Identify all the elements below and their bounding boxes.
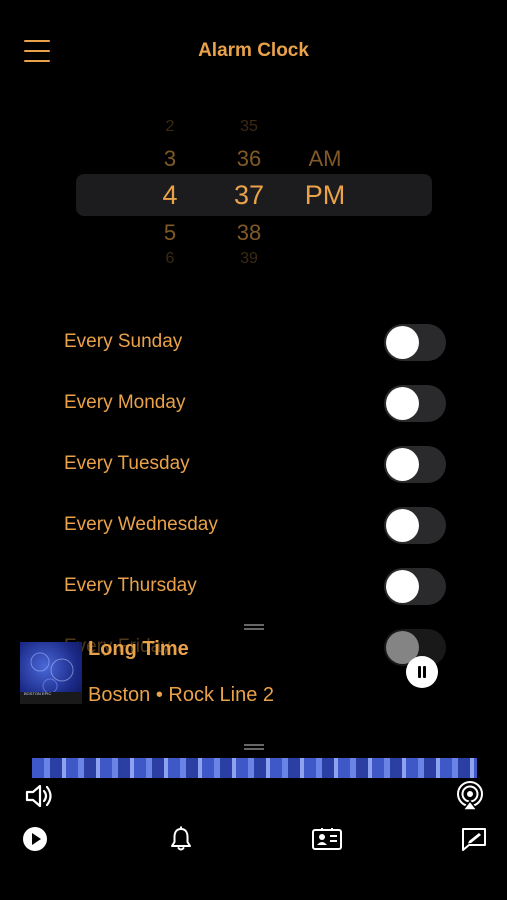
- minute-option[interactable]: 38: [224, 220, 274, 246]
- thursday-toggle[interactable]: [384, 568, 446, 605]
- minute-option[interactable]: 36: [224, 146, 274, 172]
- album-art-text: BOSTON EPIC: [24, 691, 52, 696]
- now-playing-bar[interactable]: BOSTON EPIC Long Time Boston • Rock Line…: [0, 630, 507, 720]
- artwork-strip: [32, 758, 477, 778]
- day-label: Every Monday: [64, 392, 186, 413]
- hour-option[interactable]: 2: [150, 118, 190, 136]
- wednesday-toggle[interactable]: [384, 507, 446, 544]
- day-label: Every Thursday: [64, 575, 197, 596]
- day-label: Every Sunday: [64, 331, 183, 352]
- track-subtitle: Boston • Rock Line 2: [88, 684, 274, 706]
- day-row-monday: Every Monday: [0, 373, 507, 434]
- hour-option[interactable]: 3: [150, 146, 190, 172]
- minute-selected[interactable]: 37: [220, 180, 278, 211]
- edit-icon: [462, 828, 486, 851]
- hour-option[interactable]: 6: [150, 250, 190, 268]
- album-art[interactable]: BOSTON EPIC: [20, 642, 82, 704]
- tuesday-toggle[interactable]: [384, 446, 446, 483]
- tab-contact[interactable]: [312, 827, 342, 851]
- sunday-toggle[interactable]: [384, 324, 446, 361]
- day-row-tuesday: Every Tuesday: [0, 434, 507, 495]
- toggle-knob: [386, 326, 419, 359]
- monday-toggle[interactable]: [384, 385, 446, 422]
- minute-option[interactable]: 35: [224, 118, 274, 136]
- tab-notes[interactable]: [460, 826, 488, 852]
- day-label: Every Tuesday: [64, 453, 190, 474]
- airplay-icon: [457, 781, 483, 811]
- volume-button[interactable]: [24, 782, 54, 810]
- period-selected[interactable]: PM: [298, 180, 352, 211]
- day-row-sunday: Every Sunday: [0, 312, 507, 373]
- toggle-knob: [386, 387, 419, 420]
- hour-option[interactable]: 5: [150, 220, 190, 246]
- minute-option[interactable]: 39: [224, 250, 274, 268]
- page-title: Alarm Clock: [198, 40, 309, 61]
- time-picker[interactable]: 2 3 4 5 6 35 36 37 38 39 AM PM: [0, 112, 507, 272]
- airplay-button[interactable]: [455, 780, 485, 812]
- player-drag-handle[interactable]: [244, 744, 264, 750]
- toggle-knob: [386, 448, 419, 481]
- play-icon: [23, 827, 47, 851]
- bell-icon: [171, 826, 191, 851]
- tab-alarm[interactable]: [170, 826, 192, 852]
- toggle-knob: [386, 509, 419, 542]
- day-label: Every Wednesday: [64, 514, 218, 535]
- contact-card-icon: [312, 828, 342, 850]
- track-title: Long Time: [88, 638, 189, 660]
- day-row-wednesday: Every Wednesday: [0, 495, 507, 556]
- hour-selected[interactable]: 4: [148, 180, 192, 211]
- tab-player[interactable]: [22, 826, 48, 852]
- speaker-icon: [25, 784, 52, 808]
- day-row-thursday: Every Thursday: [0, 556, 507, 617]
- pause-button[interactable]: [406, 656, 438, 688]
- period-option[interactable]: AM: [300, 146, 350, 172]
- toggle-knob: [386, 570, 419, 603]
